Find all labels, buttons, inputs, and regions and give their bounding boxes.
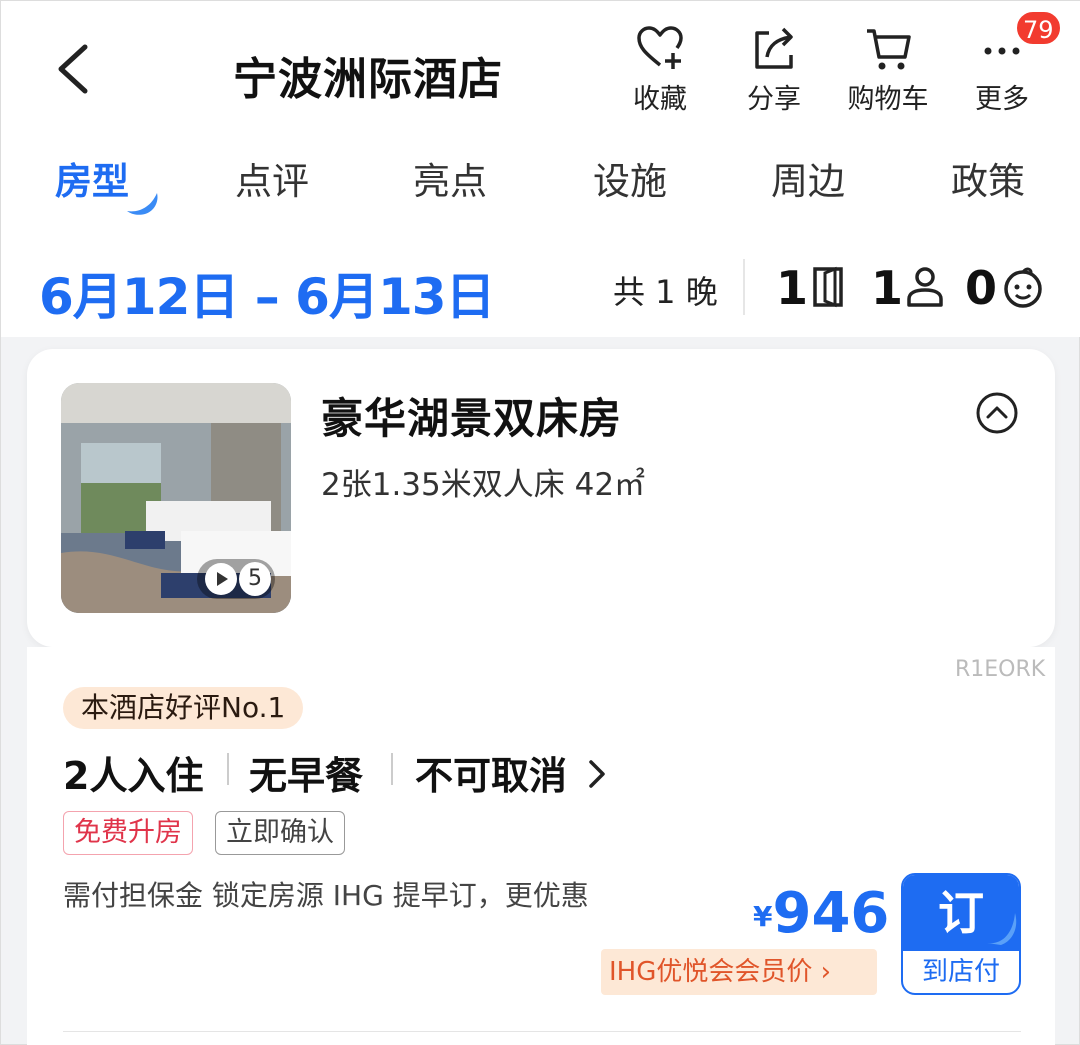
tab-room-types[interactable]: 房型 — [55, 151, 129, 205]
child-icon — [1004, 267, 1042, 308]
book-button[interactable]: 订 到店付 — [901, 873, 1021, 995]
media-count-pill[interactable]: 5 — [197, 559, 275, 599]
occupancy-condition[interactable]: 2人入住 — [63, 745, 203, 800]
free-upgrade-tag: 免费升房 — [63, 811, 193, 855]
breakfast-condition[interactable]: 无早餐 — [249, 745, 363, 800]
tab-reviews[interactable]: 点评 — [235, 151, 309, 205]
children-count[interactable]: 0 — [965, 261, 997, 315]
member-price-link[interactable]: IHG优悦会会员价 › — [601, 949, 877, 995]
rank-tag: 本酒店好评No.1 — [63, 687, 304, 729]
rate-code: R1EORK — [955, 657, 1046, 682]
hotel-title: 宁波洲际酒店 — [233, 54, 503, 105]
pay-at-hotel-label: 到店付 — [921, 957, 1000, 987]
divider — [227, 753, 229, 785]
deposit-note: 需付担保金 锁定房源 IHG 提早订，更优惠 — [63, 879, 589, 912]
favorite-button[interactable]: 收藏 — [615, 23, 705, 116]
room-photo[interactable]: 5 — [61, 383, 291, 613]
price: ¥946 — [753, 881, 889, 946]
instant-confirm-tag: 立即确认 — [215, 811, 345, 855]
door-icon — [813, 266, 843, 308]
heart-plus-icon — [637, 26, 683, 69]
price-value: 946 — [772, 881, 890, 946]
stay-dates[interactable]: 6月12日 – 6月13日 — [39, 257, 496, 329]
cart-icon — [867, 29, 911, 70]
tab-nearby[interactable]: 周边 — [771, 151, 845, 205]
nights-count: 共 1 晚 — [613, 273, 718, 311]
tab-bar: 房型 点评 亮点 设施 周边 政策 — [1, 151, 1080, 211]
cancel-condition[interactable]: 不可取消 — [415, 745, 567, 800]
more-label: 更多 — [975, 84, 1029, 115]
cart-label: 购物车 — [847, 84, 929, 115]
chevron-right-icon[interactable] — [585, 757, 609, 791]
tab-policies[interactable]: 政策 — [951, 151, 1025, 205]
back-icon[interactable] — [53, 43, 93, 95]
divider — [63, 1031, 1021, 1032]
room-card[interactable]: 5 豪华湖景双床房 2张1.35米双人床 42㎡ — [27, 349, 1055, 647]
adults-count[interactable]: 1 — [871, 261, 903, 315]
share-button[interactable]: 分享 — [729, 23, 819, 116]
divider — [743, 259, 745, 315]
notification-badge: 79 — [1015, 10, 1062, 46]
currency-symbol: ¥ — [753, 900, 773, 933]
share-label: 分享 — [747, 84, 801, 115]
media-count: 5 — [239, 562, 271, 596]
room-name: 豪华湖景双床房 — [321, 394, 623, 443]
share-icon — [755, 27, 793, 69]
room-spec: 2张1.35米双人床 42㎡ — [321, 467, 646, 503]
adult-icon — [907, 267, 943, 307]
wave-decoration — [987, 913, 1017, 945]
top-bar: 宁波洲际酒店 收藏 分享 购物车 更多 79 房型 点评 亮点 设施 周边 政策… — [1, 1, 1080, 337]
rooms-count[interactable]: 1 — [776, 261, 808, 315]
active-tab-indicator — [127, 193, 158, 215]
tab-highlights[interactable]: 亮点 — [413, 151, 487, 205]
tab-facilities[interactable]: 设施 — [593, 151, 667, 205]
favorite-label: 收藏 — [633, 84, 687, 115]
cart-button[interactable]: 购物车 — [843, 23, 933, 116]
app: 宁波洲际酒店 收藏 分享 购物车 更多 79 房型 点评 亮点 设施 周边 政策… — [0, 0, 1080, 1045]
divider — [391, 753, 393, 785]
collapse-icon[interactable] — [975, 391, 1019, 435]
play-icon — [205, 563, 237, 595]
